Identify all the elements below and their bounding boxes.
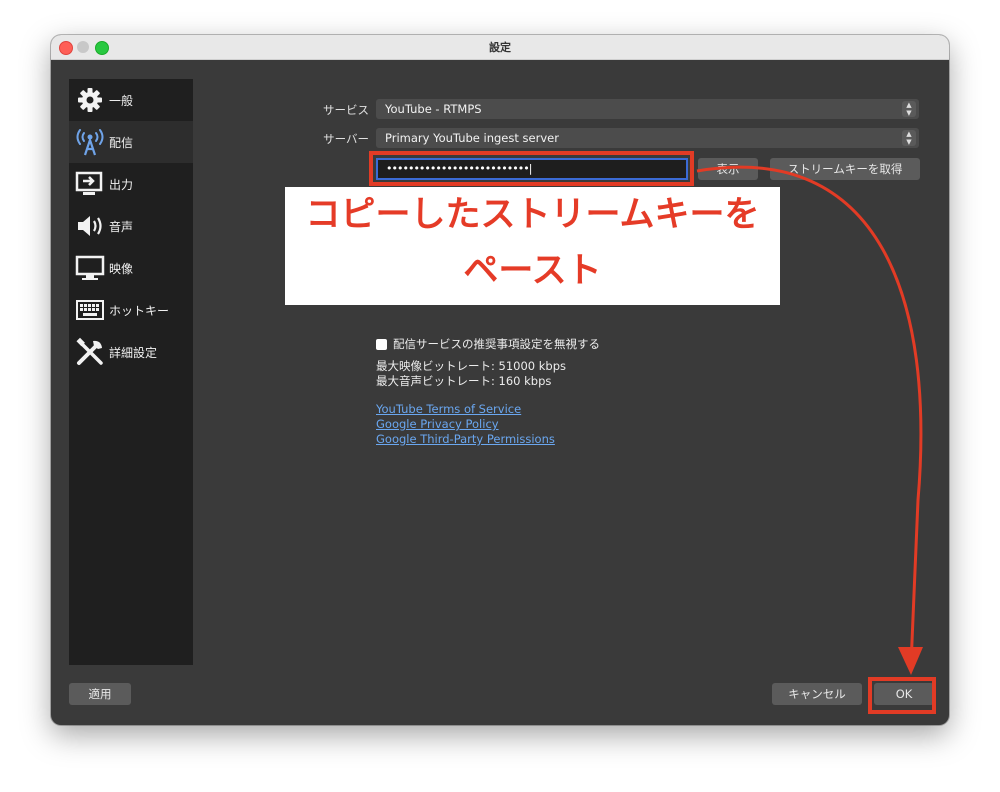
title-bar: 設定 <box>51 35 949 60</box>
cancel-button[interactable]: キャンセル <box>772 683 862 705</box>
sidebar-item-label: 配信 <box>109 135 134 150</box>
sidebar-item-label: ホットキー <box>109 303 170 318</box>
apply-button[interactable]: 適用 <box>69 683 131 705</box>
antenna-icon <box>74 126 106 158</box>
sidebar-item-advanced[interactable]: 詳細設定 <box>69 331 193 373</box>
sidebar-item-label: 映像 <box>109 261 134 276</box>
tools-icon <box>74 336 106 368</box>
show-key-button[interactable]: 表示 <box>698 158 758 180</box>
window-title: 設定 <box>489 41 511 54</box>
keyboard-icon <box>74 294 106 326</box>
annotation-callout: コピーしたストリームキーを ペースト <box>285 187 780 305</box>
max-audio-bitrate: 最大音声ビットレート: 160 kbps <box>376 374 552 388</box>
get-stream-key-button[interactable]: ストリームキーを取得 <box>770 158 920 180</box>
server-value: Primary YouTube ingest server <box>385 131 559 145</box>
output-icon <box>74 168 106 200</box>
ignore-recommendations-checkbox[interactable] <box>376 338 387 350</box>
max-video-bitrate: 最大映像ビットレート: 51000 kbps <box>376 359 567 373</box>
monitor-icon <box>74 252 106 284</box>
sidebar-item-hotkeys[interactable]: ホットキー <box>69 289 193 331</box>
sidebar-item-label: 音声 <box>109 219 134 234</box>
sidebar-item-audio[interactable]: 音声 <box>69 205 193 247</box>
ok-button-highlight <box>868 677 936 714</box>
gear-icon <box>74 84 106 116</box>
annotation-line-2: ペースト <box>463 251 602 291</box>
server-select[interactable]: Primary YouTube ingest server ▲ ▼ <box>376 128 919 148</box>
google-privacy-link[interactable]: Google Privacy Policy <box>376 417 499 431</box>
annotation-line-1: コピーしたストリームキーを <box>305 195 760 235</box>
ignore-recommendations-label: 配信サービスの推奨事項設定を無視する <box>393 337 600 351</box>
server-label: サーバー <box>323 132 369 146</box>
speaker-icon <box>74 210 106 242</box>
settings-sidebar: 一般 配信 出力 音声 映像 ホットキー 詳細設定 <box>69 79 193 665</box>
service-select[interactable]: YouTube - RTMPS ▲ ▼ <box>376 99 919 119</box>
sidebar-item-label: 一般 <box>109 93 134 108</box>
service-label: サービス <box>323 103 369 117</box>
sidebar-item-output[interactable]: 出力 <box>69 163 193 205</box>
sidebar-item-video[interactable]: 映像 <box>69 247 193 289</box>
sidebar-item-label: 詳細設定 <box>109 345 158 360</box>
updown-arrows-icon: ▲ ▼ <box>902 101 916 117</box>
ignore-recommendations-row[interactable]: 配信サービスの推奨事項設定を無視する <box>376 336 600 352</box>
updown-arrows-icon: ▲ ▼ <box>902 130 916 146</box>
settings-window: 設定 一般 配信 出力 音声 映像 ホットキー 詳細設定 サービス YouTub… <box>51 35 949 725</box>
stream-key-highlight <box>369 151 694 186</box>
youtube-terms-link[interactable]: YouTube Terms of Service <box>376 402 521 416</box>
sidebar-item-label: 出力 <box>109 177 134 192</box>
sidebar-item-stream[interactable]: 配信 <box>69 121 193 163</box>
sidebar-item-general[interactable]: 一般 <box>69 79 193 121</box>
google-third-party-link[interactable]: Google Third-Party Permissions <box>376 432 555 446</box>
service-value: YouTube - RTMPS <box>385 102 482 116</box>
